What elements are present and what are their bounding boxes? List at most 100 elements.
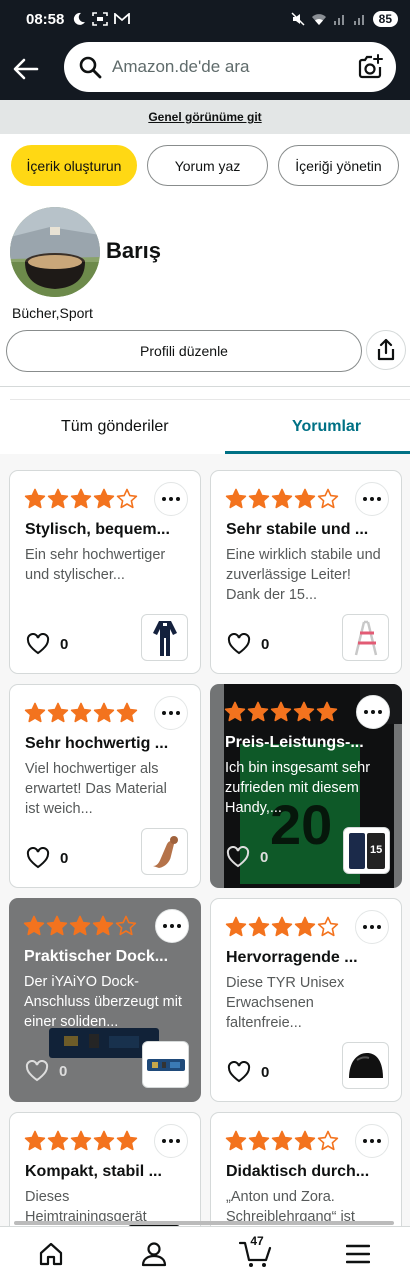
moon-icon: [74, 12, 86, 25]
review-title: Praktischer Dock...: [24, 948, 169, 965]
nav-account[interactable]: [134, 1237, 174, 1271]
tracksuit-icon: [152, 620, 177, 656]
status-time: 08:58: [26, 10, 65, 28]
star-filled-icon: [24, 488, 46, 509]
star-filled-icon: [316, 701, 338, 722]
star-filled-icon: [224, 701, 246, 722]
product-thumbnail[interactable]: [342, 614, 389, 661]
star-rating: [225, 916, 339, 938]
review-body: Diese TYR Unisex Erwachsenen faltenfreie…: [226, 975, 345, 1031]
more-options-button[interactable]: [155, 909, 189, 943]
review-title: Hervorragende ...: [226, 949, 358, 966]
step-ladder-icon: [354, 620, 377, 655]
more-options-button[interactable]: [154, 696, 188, 730]
product-thumbnail[interactable]: 15: [343, 827, 390, 874]
search-bar[interactable]: [64, 42, 396, 92]
review-grid: Stylisch, bequem... Ein sehr hochwertige…: [0, 454, 410, 1226]
back-button[interactable]: [0, 43, 52, 95]
like-button[interactable]: 0: [227, 633, 269, 655]
status-bar: 08:58 85: [0, 0, 410, 38]
review-title: Didaktisch durch...: [226, 1163, 370, 1180]
star-empty-icon: [317, 488, 339, 509]
signal-icon: [333, 15, 344, 25]
review-card[interactable]: 20 Preis-Leistungs-... Ich bin insgesamt…: [210, 684, 402, 888]
avatar[interactable]: [10, 207, 100, 297]
review-card[interactable]: Kompakt, stabil ... Dieses Heimtrainings…: [9, 1112, 201, 1226]
star-filled-icon: [248, 916, 270, 937]
star-filled-icon: [24, 702, 46, 723]
like-button[interactable]: 0: [226, 846, 268, 868]
search-input[interactable]: [112, 57, 356, 77]
camera-search-icon[interactable]: [356, 53, 384, 81]
star-empty-icon: [317, 916, 339, 937]
more-options-button[interactable]: [356, 695, 390, 729]
screenshot-icon: [92, 12, 109, 26]
create-content-button[interactable]: İçerik oluşturun: [11, 145, 137, 186]
search-icon: [79, 56, 102, 79]
manage-content-button[interactable]: İçeriği yönetin: [278, 145, 399, 186]
product-icon: [152, 835, 178, 868]
bottom-nav: 47: [0, 1226, 410, 1280]
heart-icon: [26, 633, 50, 655]
star-filled-icon: [270, 701, 292, 722]
review-card[interactable]: Didaktisch durch... „Anton und Zora. Sch…: [210, 1112, 402, 1226]
nav-menu[interactable]: [338, 1237, 378, 1271]
like-button[interactable]: 0: [227, 1061, 269, 1083]
smartphone-box-icon: 15: [348, 832, 385, 869]
review-title: Stylisch, bequem...: [25, 521, 170, 538]
tab-all-posts[interactable]: Tüm gönderiler: [61, 418, 169, 436]
review-card[interactable]: Sehr stabile und ... Eine wirklich stabi…: [210, 470, 402, 674]
share-button[interactable]: [366, 330, 406, 370]
review-card[interactable]: Praktischer Dock... Der iYAiYO Dock-Ansc…: [9, 898, 201, 1102]
more-options-button[interactable]: [154, 482, 188, 516]
star-filled-icon: [271, 488, 293, 509]
more-options-button[interactable]: [355, 910, 389, 944]
like-button[interactable]: 0: [26, 847, 68, 869]
like-count: 0: [60, 849, 69, 867]
overview-link[interactable]: Genel görünüme git: [0, 100, 410, 134]
star-rating: [24, 488, 138, 510]
review-card[interactable]: Hervorragende ... Diese TYR Unisex Erwac…: [210, 898, 402, 1102]
circuit-board-icon: [146, 1058, 185, 1071]
review-title: Kompakt, stabil ...: [25, 1163, 162, 1180]
star-filled-icon: [46, 915, 68, 936]
star-rating: [225, 488, 339, 510]
more-options-button[interactable]: [355, 1124, 389, 1158]
menu-icon: [346, 1244, 370, 1264]
star-rating: [24, 702, 138, 724]
tab-reviews[interactable]: Yorumlar: [292, 418, 361, 436]
star-filled-icon: [225, 916, 247, 937]
like-button[interactable]: 0: [25, 1060, 67, 1082]
heart-icon: [25, 1060, 49, 1082]
product-thumbnail[interactable]: [141, 828, 188, 875]
profile-name: Barış: [106, 238, 162, 263]
nav-cart[interactable]: 47: [236, 1234, 276, 1271]
star-filled-icon: [271, 916, 293, 937]
profile-interests: Bücher,Sport: [12, 305, 93, 321]
user-icon: [141, 1242, 167, 1267]
product-thumbnail[interactable]: [342, 1042, 389, 1089]
edit-profile-button[interactable]: Profili düzenle: [6, 330, 362, 372]
star-filled-icon: [248, 488, 270, 509]
star-filled-icon: [247, 701, 269, 722]
star-filled-icon: [93, 702, 115, 723]
like-count: 0: [260, 848, 269, 866]
more-options-button[interactable]: [355, 482, 389, 516]
write-review-button[interactable]: Yorum yaz: [147, 145, 268, 186]
review-body: Viel hochwertiger als erwartet! Das Mate…: [25, 761, 167, 817]
like-button[interactable]: 0: [26, 633, 68, 655]
review-card[interactable]: Sehr hochwertig ... Viel hochwertiger al…: [9, 684, 201, 888]
review-title: Sehr stabile und ...: [226, 521, 369, 538]
star-filled-icon: [69, 915, 91, 936]
product-thumbnail[interactable]: [142, 1041, 189, 1088]
star-filled-icon: [93, 1130, 115, 1151]
product-thumbnail[interactable]: [141, 614, 188, 661]
star-filled-icon: [47, 1130, 69, 1151]
nav-home[interactable]: [31, 1237, 71, 1271]
star-rating: [225, 1130, 339, 1152]
star-filled-icon: [271, 1130, 293, 1151]
star-empty-icon: [116, 488, 138, 509]
more-options-button[interactable]: [154, 1124, 188, 1158]
heart-icon: [226, 846, 250, 868]
review-card[interactable]: Stylisch, bequem... Ein sehr hochwertige…: [9, 470, 201, 674]
